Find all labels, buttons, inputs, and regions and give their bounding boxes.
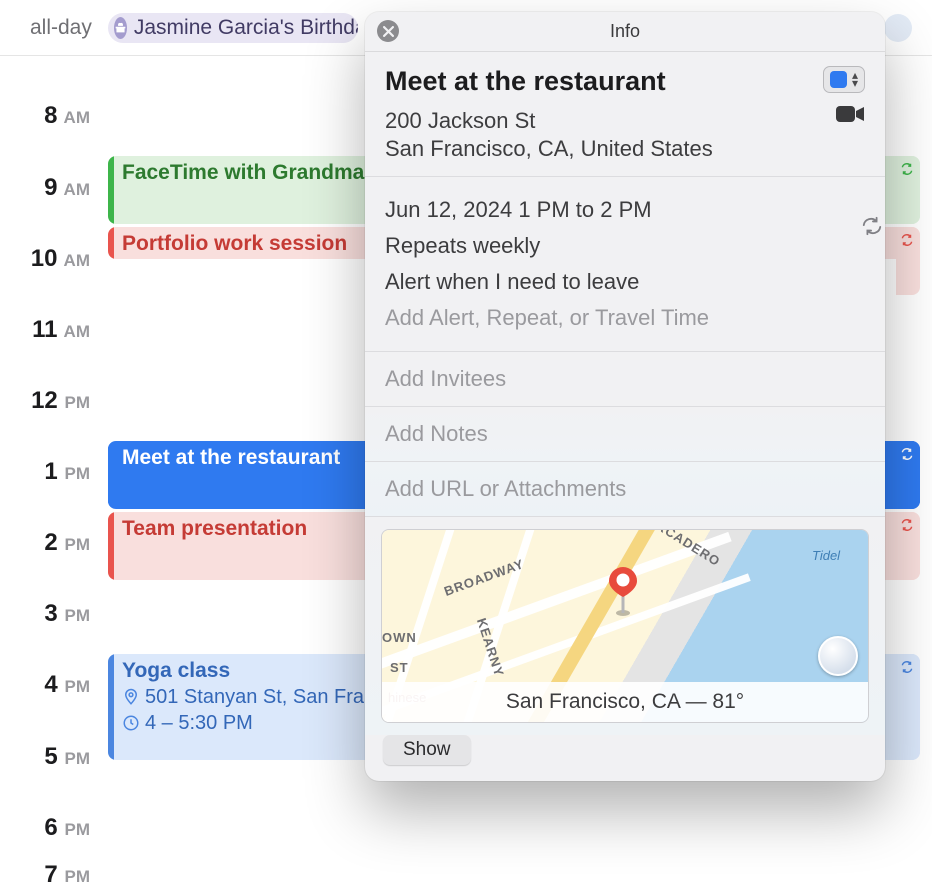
event-datetime[interactable]: Jun 12, 2024 1 PM to 2 PM bbox=[385, 193, 865, 227]
popover-datetime-section: Jun 12, 2024 1 PM to 2 PM Repeats weekly… bbox=[365, 177, 885, 352]
color-swatch bbox=[830, 71, 847, 88]
hour-label: 7 PM bbox=[0, 861, 100, 889]
event-color-bar bbox=[108, 156, 114, 224]
time-labels-column: 8 AM 9 AM 10 AM 11 AM 12 PM 1 PM 2 PM 3 PM 4 PM 5… bbox=[0, 56, 100, 860]
hour-label: 8 AM bbox=[0, 102, 100, 130]
clock-icon bbox=[122, 714, 140, 732]
hour-label: 4 PM bbox=[0, 671, 100, 699]
repeat-icon bbox=[900, 233, 914, 247]
popover-header: Meet at the restaurant 200 Jackson St Sa… bbox=[365, 52, 885, 177]
add-url-attachments[interactable]: Add URL or Attachments bbox=[365, 462, 885, 517]
event-edge bbox=[896, 227, 920, 295]
event-color-bar bbox=[108, 441, 114, 509]
hour-label: 2 PM bbox=[0, 529, 100, 557]
event-edge bbox=[896, 654, 920, 760]
hour-label: 9 AM bbox=[0, 174, 100, 202]
street-label: OWN bbox=[382, 630, 417, 645]
chevron-up-down-icon: ▴▾ bbox=[852, 72, 858, 86]
hour-label: 3 PM bbox=[0, 600, 100, 628]
all-day-event-title: Jasmine Garcia's Birthday bbox=[134, 16, 358, 40]
hour-label: 10 AM bbox=[0, 245, 100, 273]
close-icon bbox=[383, 26, 394, 37]
event-title-input[interactable]: Meet at the restaurant bbox=[385, 66, 811, 97]
location-pin-icon bbox=[122, 688, 140, 706]
event-address-line1[interactable]: 200 Jackson St bbox=[385, 107, 811, 135]
gift-icon bbox=[114, 17, 127, 39]
event-edge bbox=[896, 156, 920, 224]
hour-label: 1 PM bbox=[0, 458, 100, 486]
show-button[interactable]: Show bbox=[383, 735, 471, 765]
all-day-event-pill[interactable]: Jasmine Garcia's Birthday bbox=[108, 13, 358, 43]
event-alert[interactable]: Alert when I need to leave bbox=[385, 265, 865, 299]
popover-map-section: BROADWAY RCADERO KEARNY ST OWN Tidel hin… bbox=[365, 517, 885, 735]
calendar-color-picker[interactable]: ▴▾ bbox=[823, 66, 865, 93]
repeat-icon bbox=[861, 215, 883, 243]
all-day-label: all-day bbox=[30, 16, 92, 40]
event-time: 4 – 5:30 PM bbox=[145, 710, 253, 736]
repeat-icon bbox=[900, 518, 914, 532]
event-edge bbox=[896, 441, 920, 509]
all-day-pill-edge bbox=[884, 14, 912, 42]
map-pin-icon bbox=[604, 565, 642, 622]
street-label: ST bbox=[390, 660, 409, 675]
add-notes[interactable]: Add Notes bbox=[365, 407, 885, 462]
popover-titlebar: Info bbox=[365, 12, 885, 52]
event-color-bar bbox=[108, 654, 114, 760]
hour-label: 12 PM bbox=[0, 387, 100, 415]
popover-title: Info bbox=[610, 21, 640, 42]
repeat-icon bbox=[900, 162, 914, 176]
map-preview[interactable]: BROADWAY RCADERO KEARNY ST OWN Tidel hin… bbox=[381, 529, 869, 723]
hour-label: 6 PM bbox=[0, 814, 100, 842]
water-label: Tidel bbox=[812, 548, 840, 563]
repeat-icon bbox=[900, 660, 914, 674]
event-color-bar bbox=[108, 512, 114, 580]
repeat-icon bbox=[900, 447, 914, 461]
map-weather-footer: San Francisco, CA — 81° bbox=[382, 682, 868, 722]
event-edge bbox=[896, 512, 920, 580]
add-invitees[interactable]: Add Invitees bbox=[365, 352, 885, 407]
event-color-bar bbox=[108, 227, 114, 259]
hour-label: 11 AM bbox=[0, 316, 100, 344]
event-info-popover: Info Meet at the restaurant 200 Jackson … bbox=[365, 12, 885, 781]
add-alert-repeat-travel[interactable]: Add Alert, Repeat, or Travel Time bbox=[385, 301, 865, 335]
hour-label: 5 PM bbox=[0, 743, 100, 771]
video-camera-icon[interactable] bbox=[835, 103, 865, 131]
event-address-line2[interactable]: San Francisco, CA, United States bbox=[385, 135, 811, 163]
event-repeat[interactable]: Repeats weekly bbox=[385, 229, 865, 263]
close-button[interactable] bbox=[377, 20, 399, 42]
